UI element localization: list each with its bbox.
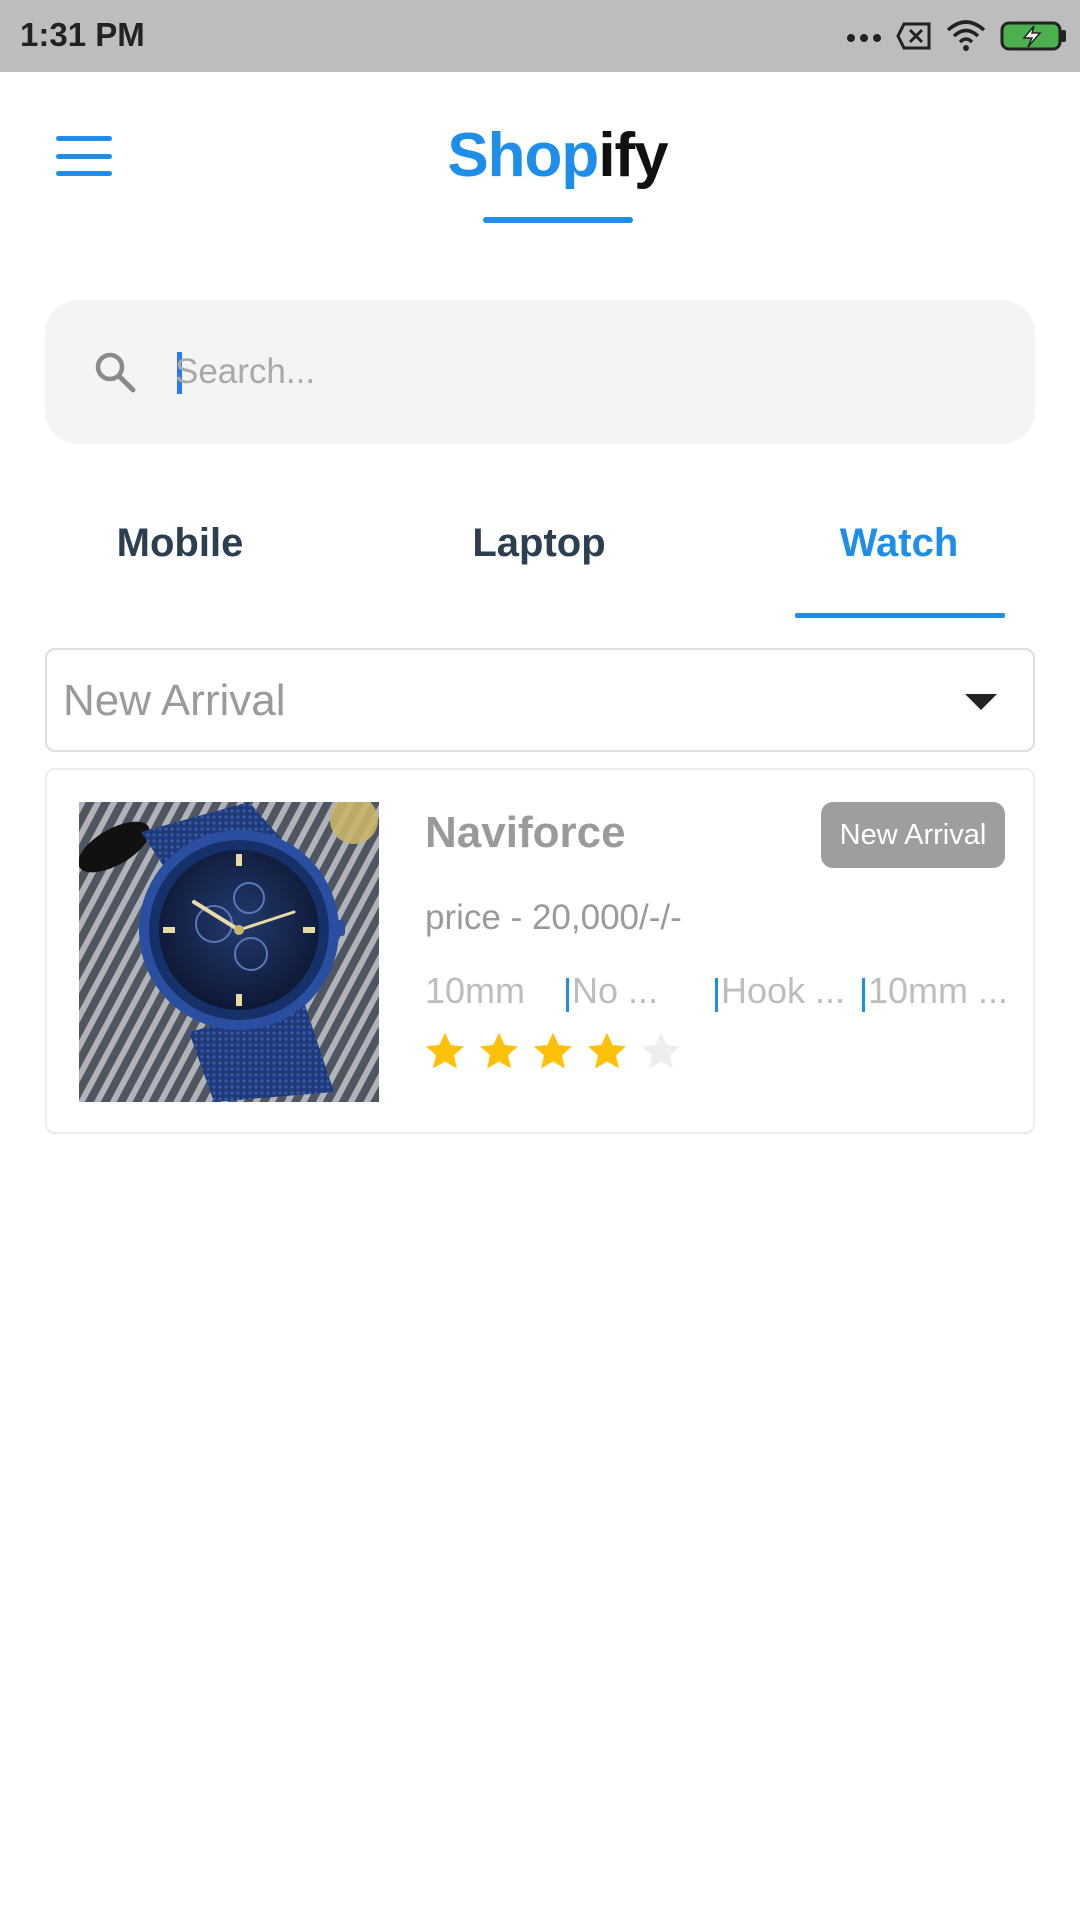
product-specs: 10mm No ... Hook ... 10mm ...: [425, 970, 1015, 1020]
star-filled-icon: [479, 1032, 519, 1069]
star-filled-icon: [533, 1032, 573, 1069]
active-tab-indicator: [795, 613, 1005, 618]
more-dots-icon: [847, 34, 881, 42]
spec-item: Hook ...: [721, 970, 846, 1011]
status-icons: [846, 14, 1068, 58]
filter-dropdown[interactable]: New Arrival: [45, 648, 1035, 752]
logo-part-ify: ify: [598, 121, 668, 190]
spec-divider: [715, 978, 718, 1012]
tab-watch[interactable]: Watch: [749, 510, 1049, 576]
tab-mobile[interactable]: Mobile: [30, 510, 330, 576]
spec-divider: [862, 978, 865, 1012]
search-bar[interactable]: [45, 300, 1035, 444]
app-logo: Shopify: [0, 118, 1080, 194]
status-bar: 1:31 PM: [0, 0, 1080, 72]
star-filled-icon: [587, 1032, 627, 1069]
product-image: [79, 802, 379, 1102]
close-box-icon: [896, 22, 931, 50]
search-input[interactable]: [175, 336, 975, 408]
product-price: price - 20,000/-/-: [425, 898, 682, 937]
tab-laptop[interactable]: Laptop: [389, 510, 689, 576]
product-name: Naviforce: [425, 808, 626, 857]
logo-part-shop: Shop: [447, 121, 599, 190]
category-tabs: Mobile Laptop Watch: [0, 510, 1080, 620]
battery-charging-icon: [1000, 21, 1066, 51]
wifi-icon: [946, 20, 986, 51]
logo-underline: [483, 217, 633, 223]
status-time: 1:31 PM: [20, 16, 145, 53]
star-filled-icon: [425, 1032, 465, 1069]
spec-divider: [566, 978, 569, 1012]
filter-selected-value: New Arrival: [63, 676, 286, 725]
spec-item: 10mm: [425, 970, 526, 1011]
rating-stars: [423, 1030, 683, 1074]
new-arrival-badge: New Arrival: [821, 802, 1005, 868]
spec-item: 10mm ...: [868, 970, 1009, 1011]
search-icon: [95, 352, 136, 393]
caret-down-icon: [965, 694, 997, 710]
product-card[interactable]: Naviforce New Arrival price - 20,000/-/-…: [45, 768, 1035, 1134]
star-empty-icon: [641, 1032, 681, 1069]
spec-item: No ...: [572, 970, 659, 1011]
